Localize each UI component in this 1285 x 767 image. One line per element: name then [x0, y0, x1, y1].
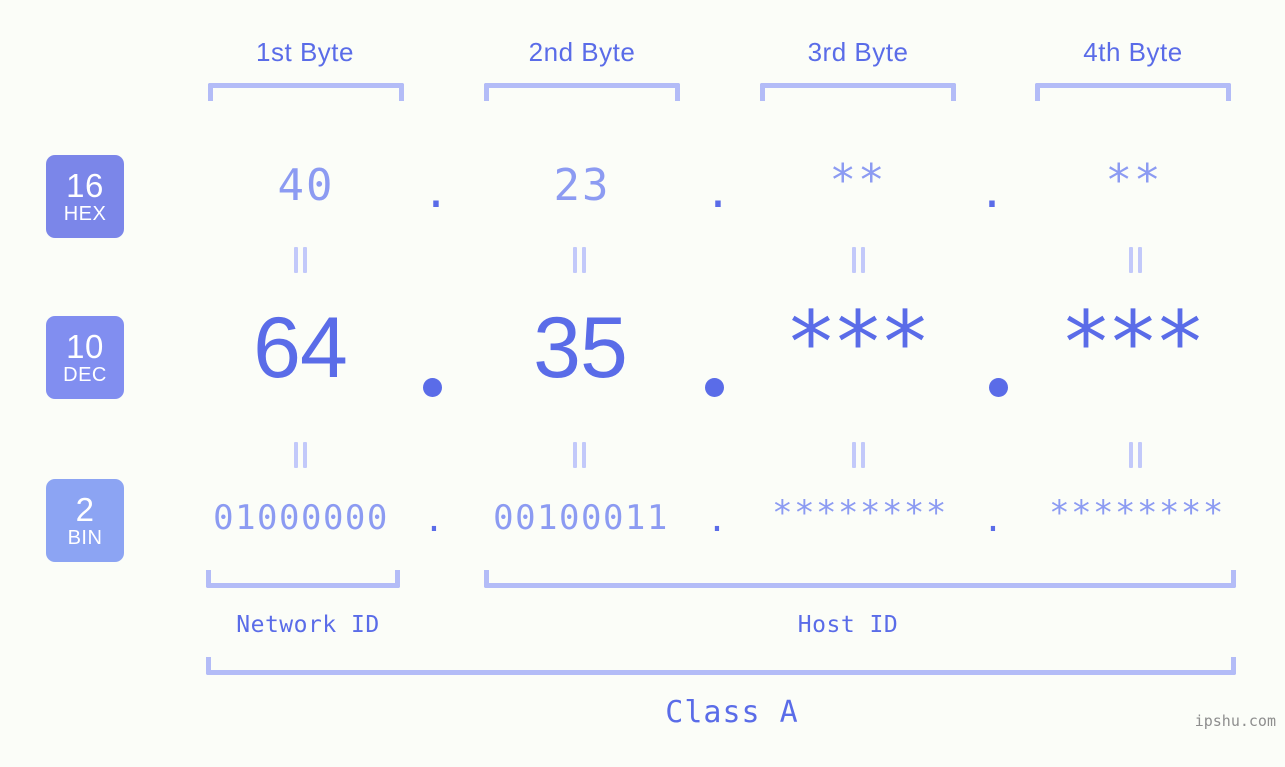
class-label: Class A	[665, 695, 799, 730]
hex-separator-1: .	[422, 167, 450, 218]
base-badge-bin-name: BIN	[67, 527, 103, 549]
equals-mark-hex-dec-2	[573, 247, 587, 273]
hex-byte-3: **	[829, 155, 887, 206]
bin-byte-2: 00100011	[493, 498, 669, 538]
base-badge-bin: 2 BIN	[46, 479, 124, 562]
watermark: ipshu.com	[1194, 712, 1276, 730]
hex-separator-2: .	[704, 167, 732, 218]
bin-byte-3: ********	[772, 493, 948, 533]
byte-header-4: 4th Byte	[1083, 37, 1183, 67]
class-bracket	[206, 657, 1236, 675]
hex-byte-2: 23	[553, 160, 611, 211]
host-id-label: Host ID	[797, 612, 899, 638]
hex-separator-3: .	[978, 167, 1006, 218]
dec-byte-1: 64	[253, 300, 348, 396]
network-id-bracket	[206, 570, 400, 588]
base-badge-bin-number: 2	[75, 491, 95, 528]
ip-byte-breakdown-diagram: 1st Byte 2nd Byte 3rd Byte 4th Byte 16 H…	[0, 0, 1285, 767]
byte-bracket-top-3	[760, 83, 956, 101]
bin-byte-1: 01000000	[213, 498, 389, 538]
equals-mark-hex-dec-1	[294, 247, 308, 273]
base-badge-dec: 10 DEC	[46, 316, 124, 399]
hex-byte-4: **	[1105, 155, 1163, 206]
dec-separator-3	[989, 378, 1008, 397]
equals-mark-dec-bin-3	[852, 442, 866, 468]
dec-byte-2: 35	[533, 300, 628, 396]
equals-mark-hex-dec-3	[852, 247, 866, 273]
bin-separator-2: .	[706, 500, 728, 540]
dec-byte-4: ***	[1064, 293, 1206, 393]
base-badge-dec-number: 10	[66, 328, 104, 365]
byte-bracket-top-4	[1035, 83, 1231, 101]
byte-header-3: 3rd Byte	[807, 37, 909, 67]
equals-mark-dec-bin-4	[1129, 442, 1143, 468]
base-badge-hex: 16 HEX	[46, 155, 124, 238]
base-badge-hex-name: HEX	[63, 203, 107, 225]
base-badge-dec-name: DEC	[63, 364, 107, 386]
byte-header-1: 1st Byte	[256, 37, 354, 67]
byte-header-2: 2nd Byte	[528, 37, 636, 67]
dec-separator-2	[705, 378, 724, 397]
host-id-bracket	[484, 570, 1236, 588]
network-id-label: Network ID	[236, 612, 380, 638]
bin-byte-4: ********	[1049, 493, 1225, 533]
dec-byte-3: ***	[789, 293, 931, 393]
equals-mark-dec-bin-2	[573, 442, 587, 468]
equals-mark-dec-bin-1	[294, 442, 308, 468]
dec-separator-1	[423, 378, 442, 397]
byte-bracket-top-2	[484, 83, 680, 101]
base-badge-hex-number: 16	[66, 167, 104, 204]
equals-mark-hex-dec-4	[1129, 247, 1143, 273]
hex-byte-1: 40	[277, 160, 335, 211]
bin-separator-3: .	[982, 500, 1004, 540]
byte-bracket-top-1	[208, 83, 404, 101]
bin-separator-1: .	[423, 500, 445, 540]
